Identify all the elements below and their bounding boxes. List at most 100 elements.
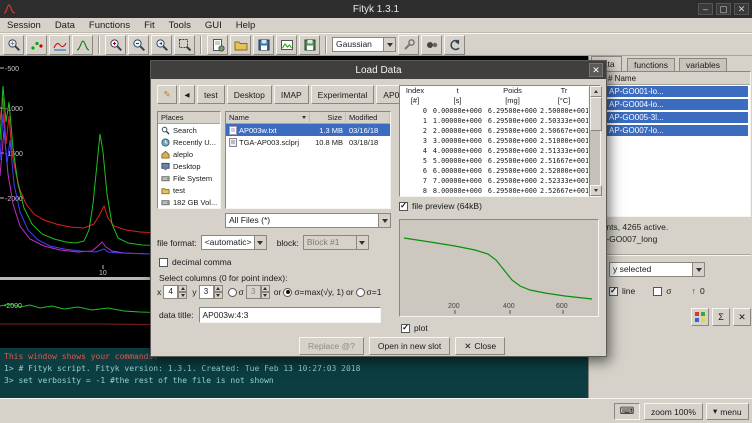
path-button-test[interactable]: test	[197, 85, 225, 104]
export-data-button[interactable]	[253, 35, 274, 55]
scrollbar-thumb[interactable]	[590, 97, 602, 131]
tab-variables[interactable]: variables	[679, 58, 727, 71]
file-row[interactable]: TGA-AP003.sclprj 10.8 MB 03/18/18	[226, 136, 390, 148]
place-item-filesystem[interactable]: File System	[158, 172, 220, 184]
sum-button[interactable]: Σ	[712, 308, 730, 326]
type-filename-button[interactable]: ✎	[157, 85, 177, 104]
export-image-button[interactable]	[276, 35, 297, 55]
dataset-row[interactable]: ✓ AP-GO007-lo...	[592, 124, 750, 137]
zoom-all-button[interactable]	[174, 35, 195, 55]
spin-up-icon[interactable]	[178, 285, 187, 292]
place-label: Search	[173, 126, 197, 135]
menu-item-fit[interactable]: Fit	[137, 18, 162, 33]
shift-up-icon[interactable]: ↑	[691, 286, 696, 296]
scroll-up-button[interactable]	[590, 86, 602, 97]
decimal-comma-checkbox[interactable]: ✓	[159, 258, 168, 267]
table-row: 22.00000e+0006.29500e+0002.50667e+001	[400, 126, 588, 136]
y-transform-combo[interactable]: y selected	[609, 262, 705, 277]
peak-type-combo[interactable]: Gaussian	[332, 37, 396, 52]
place-item-desktop[interactable]: Desktop	[158, 160, 220, 172]
line-checkbox-label: line	[622, 286, 635, 296]
file-list: Name Size Modified AP003w.txt 1.3 MB 03/…	[225, 111, 391, 209]
menu-item-gui[interactable]: GUI	[198, 18, 229, 33]
column-header-modified[interactable]: Modified	[346, 112, 390, 124]
sigma-column-radio[interactable]	[228, 288, 237, 297]
add-peak-mode-button[interactable]	[72, 35, 93, 55]
file-list-header: Name Size Modified	[226, 112, 390, 124]
sigma-one-radio[interactable]	[356, 288, 365, 297]
place-item-volume[interactable]: 182 GB Vol...	[158, 196, 220, 208]
run-script-button[interactable]	[207, 35, 228, 55]
sigma-checkbox[interactable]: ✓	[653, 287, 662, 296]
table-scrollbar[interactable]	[589, 85, 601, 197]
menu-item-tools[interactable]: Tools	[162, 18, 198, 33]
baseline-icon	[53, 38, 67, 52]
drive-icon	[161, 198, 170, 207]
path-label: Desktop	[234, 90, 265, 100]
baseline-mode-button[interactable]	[49, 35, 70, 55]
nav-back-button[interactable]: ◀	[179, 85, 195, 104]
menu-item-session[interactable]: Session	[0, 18, 48, 33]
file-modified: 03/16/18	[346, 126, 390, 135]
menu-label: menu	[720, 407, 741, 417]
zoom-level-button[interactable]: zoom 100%	[644, 403, 703, 420]
fit-run-button[interactable]	[421, 35, 442, 55]
colors-button[interactable]	[691, 308, 709, 326]
place-item-search[interactable]: Search	[158, 124, 220, 136]
dataset-name: AP-GO005-3l...	[607, 112, 748, 123]
menu-item-functions[interactable]: Functions	[82, 18, 137, 33]
y-column-spinner[interactable]: 3	[199, 285, 223, 299]
file-filter-combo[interactable]: All Files (*)	[225, 213, 391, 228]
replace-button[interactable]: Replace @?	[299, 337, 364, 355]
menu-item-help[interactable]: Help	[229, 18, 263, 33]
file-format-combo[interactable]: <automatic>	[201, 235, 267, 250]
file-preview-checkbox[interactable]: ✓	[399, 202, 408, 211]
data-title-label: data title:	[159, 310, 194, 320]
path-button-desktop[interactable]: Desktop	[227, 85, 272, 104]
file-row[interactable]: AP003w.txt 1.3 MB 03/16/18	[226, 124, 390, 136]
image-icon	[280, 38, 294, 52]
dataset-name: AP-GO004-lo...	[607, 99, 748, 110]
fit-undo-button[interactable]	[444, 35, 465, 55]
data-range-mode-button[interactable]	[26, 35, 47, 55]
tab-functions[interactable]: functions	[627, 58, 675, 71]
gears-icon	[425, 38, 439, 52]
place-label: Recently U...	[173, 138, 216, 147]
close-dialog-button[interactable]: ✕Close	[455, 337, 505, 355]
statusbar-menu-button[interactable]: ▾ menu	[706, 403, 749, 420]
column-header-size[interactable]: Size	[310, 112, 346, 124]
spin-up-icon	[261, 285, 270, 292]
menu-item-data[interactable]: Data	[48, 18, 82, 33]
dataset-row[interactable]: ✓ AP-GO004-lo...	[592, 98, 750, 111]
spin-down-icon[interactable]	[178, 292, 187, 299]
sigma-max-radio[interactable]	[283, 288, 292, 297]
add-function-button[interactable]	[398, 35, 419, 55]
spin-up-icon[interactable]	[214, 285, 223, 292]
plot-checkbox[interactable]: ✓	[401, 324, 410, 333]
x-column-spinner[interactable]: 4	[163, 285, 187, 299]
place-item-test[interactable]: test	[158, 184, 220, 196]
zoom-previous-button[interactable]	[151, 35, 172, 55]
zoom-out-button[interactable]	[128, 35, 149, 55]
search-icon	[161, 126, 170, 135]
data-title-input[interactable]: AP003w:4:3	[199, 307, 381, 323]
spin-down-icon[interactable]	[214, 292, 223, 299]
scroll-down-button[interactable]	[590, 185, 602, 196]
preview-x-tick: 400	[503, 303, 515, 310]
dataset-row[interactable]: ✓ AP-GO005-3l...	[592, 111, 750, 124]
save-session-button[interactable]	[299, 35, 320, 55]
line-checkbox[interactable]: ✓	[609, 287, 618, 296]
place-item-recent[interactable]: Recently U...	[158, 136, 220, 148]
open-in-new-slot-button[interactable]: Open in new slot	[369, 337, 450, 355]
column-header-name[interactable]: Name	[226, 112, 310, 124]
delete-dataset-button[interactable]: ✕	[733, 308, 751, 326]
zoom-in-button[interactable]	[105, 35, 126, 55]
zoom-mode-button[interactable]	[3, 35, 24, 55]
dialog-close-button[interactable]: ✕	[589, 63, 603, 77]
dataset-row[interactable]: ✓ AP-GO001-lo...	[592, 85, 750, 98]
path-button-experimental[interactable]: Experimental	[311, 85, 375, 104]
save-session-icon	[303, 38, 317, 52]
place-item-home[interactable]: aleplo	[158, 148, 220, 160]
open-data-button[interactable]	[230, 35, 251, 55]
path-button-imap[interactable]: IMAP	[274, 85, 309, 104]
